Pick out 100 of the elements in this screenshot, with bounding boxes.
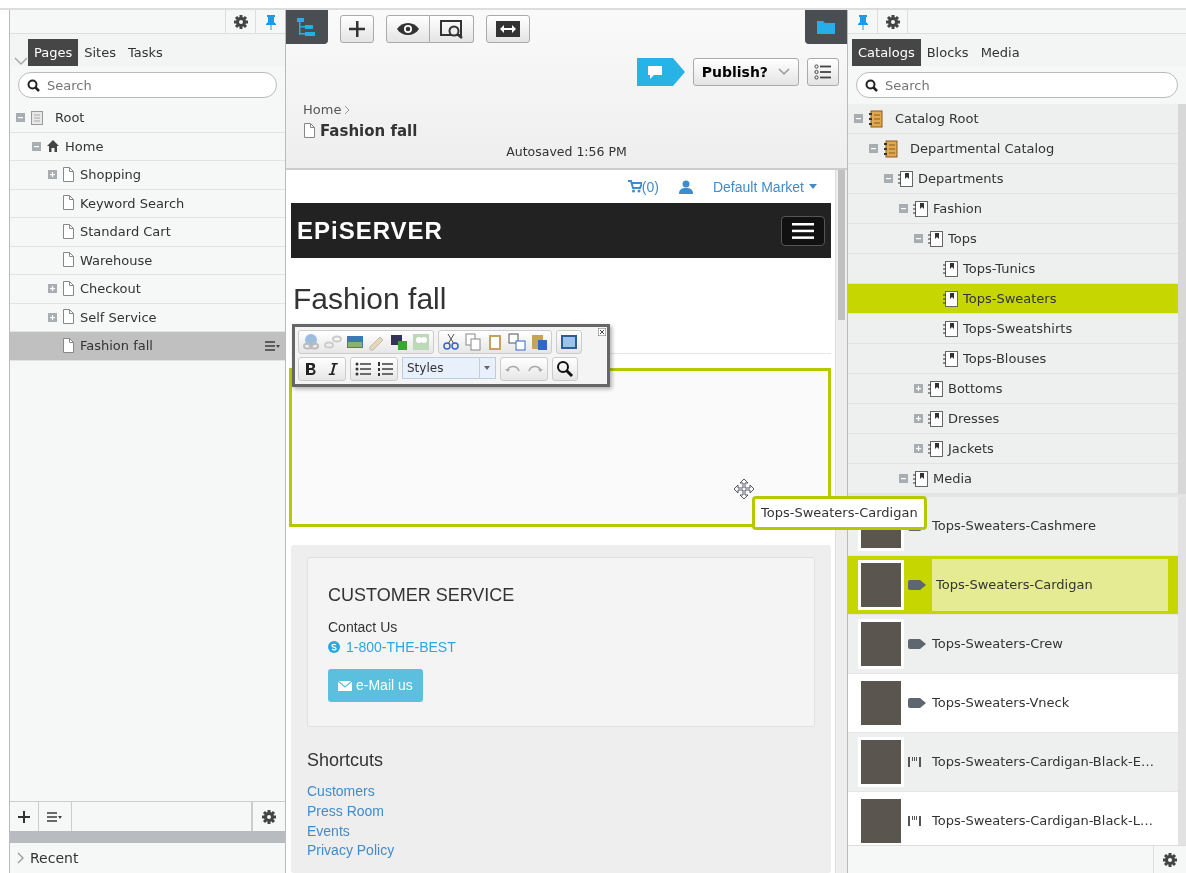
tree-item[interactable]: Checkout: [10, 275, 285, 304]
tree-item[interactable]: Fashion fall: [10, 332, 285, 361]
expand-icon[interactable]: [48, 312, 57, 322]
close-icon[interactable]: [598, 328, 606, 336]
link-icon[interactable]: [302, 333, 320, 351]
catalog-item[interactable]: Tops-Sweaters-Vneck: [848, 674, 1178, 733]
comment-tag-icon[interactable]: [636, 58, 685, 86]
expand-icon[interactable]: [48, 170, 57, 180]
collapse-icon[interactable]: [32, 141, 41, 151]
tree-item[interactable]: Shopping: [10, 161, 285, 190]
breadcrumb-link[interactable]: Home: [303, 100, 342, 120]
tree-item[interactable]: Departmental Catalog: [848, 134, 1178, 164]
compare-button[interactable]: [486, 15, 530, 43]
recent-section-label[interactable]: Recent: [30, 847, 79, 869]
tree-item[interactable]: Tops-Tunics: [848, 254, 1178, 284]
tree-item[interactable]: Keyword Search: [10, 189, 285, 218]
tree-item[interactable]: Fashion: [848, 194, 1178, 224]
panel-tab[interactable]: Sites: [78, 38, 122, 66]
settings-icon[interactable]: [232, 13, 249, 30]
copy-icon[interactable]: [464, 333, 482, 351]
chevron-down-icon[interactable]: [14, 56, 28, 66]
catalog-item-label: Tops-Sweaters-Crew: [932, 635, 1063, 654]
settings-icon[interactable]: [884, 13, 901, 30]
tree-item[interactable]: Media: [848, 464, 1178, 494]
tree-item-label: Tops-Tunics: [963, 259, 1037, 278]
catalog-item[interactable]: Tops-Sweaters-Cardigan-Black-L…: [848, 792, 1178, 845]
publish-button[interactable]: Publish?: [692, 58, 799, 86]
catalog-item-label: Tops-Sweaters-Vneck: [932, 694, 1070, 713]
tree-item[interactable]: Tops-Sweatshirts: [848, 314, 1178, 344]
panel-tab[interactable]: Media: [974, 38, 1026, 66]
media-icon[interactable]: [390, 333, 408, 351]
search-icon[interactable]: [556, 360, 574, 378]
collapse-icon[interactable]: [869, 144, 878, 153]
customer-service-heading: CUSTOMER SERVICE: [328, 584, 516, 608]
tree-item-label: Fashion: [933, 199, 984, 218]
catalog-item[interactable]: Tops-Sweaters-Crew: [848, 615, 1178, 674]
panel-tab[interactable]: Blocks: [920, 38, 975, 66]
tree-item[interactable]: Dresses: [848, 404, 1178, 434]
context-menu-icon[interactable]: [265, 340, 281, 351]
bookmark-node-icon: [913, 470, 928, 487]
chevron-right-icon[interactable]: [16, 852, 24, 864]
catalog-item[interactable]: Tops-Sweaters-Cardigan-Black-E…: [848, 733, 1178, 792]
expand-icon[interactable]: [48, 284, 57, 294]
user-icon[interactable]: [678, 179, 693, 194]
assets-toggle[interactable]: [805, 10, 847, 44]
styles-dropdown[interactable]: Styles: [402, 357, 496, 379]
search-field[interactable]: Search: [18, 72, 277, 98]
search-field[interactable]: Search: [856, 72, 1178, 98]
tree-item[interactable]: Home: [10, 132, 285, 161]
image-icon[interactable]: [346, 333, 364, 351]
collapse-icon[interactable]: [914, 234, 923, 243]
market-dropdown[interactable]: Default Market: [712, 177, 817, 196]
page-tree-toggle[interactable]: [286, 10, 328, 44]
collapse-icon[interactable]: [16, 113, 25, 123]
clipboard-icon[interactable]: [486, 333, 504, 351]
view-settings-button[interactable]: [430, 15, 474, 43]
scrollbar-thumb[interactable]: [838, 170, 845, 320]
tree-item[interactable]: Tops-Sweaters: [848, 284, 1178, 314]
expand-icon[interactable]: [914, 414, 923, 423]
panel-tab[interactable]: Pages: [28, 38, 79, 66]
plus-icon: [349, 21, 365, 37]
collapse-icon[interactable]: [899, 204, 908, 213]
photo-placeholder: [858, 619, 904, 669]
bulleted-list-icon[interactable]: [354, 360, 372, 378]
add-content-button[interactable]: [340, 15, 374, 43]
tree-item[interactable]: Standard Cart: [10, 218, 285, 247]
options-list-button[interactable]: [807, 58, 839, 86]
bookmark-node-icon: [943, 320, 958, 337]
tree-item[interactable]: Jackets: [848, 434, 1178, 464]
tree-item[interactable]: Tops-Blouses: [848, 344, 1178, 374]
tree-item[interactable]: Warehouse: [10, 246, 285, 275]
tree-item[interactable]: Tops: [848, 224, 1178, 254]
expand-icon[interactable]: [914, 444, 923, 453]
collapse-icon[interactable]: [884, 174, 893, 183]
cart-link[interactable]: (0): [627, 177, 659, 196]
numbered-list-icon[interactable]: [376, 360, 394, 378]
panel-tab[interactable]: Catalogs: [852, 38, 921, 66]
hamburger-menu-button[interactable]: [781, 215, 825, 246]
plus-icon: [18, 810, 30, 823]
tree-structure-icon: [296, 17, 318, 37]
bullet-list-icon: [814, 64, 832, 80]
drag-tooltip: Tops-Sweaters-Cardigan: [752, 496, 927, 530]
fullscreen-icon[interactable]: [560, 333, 578, 351]
tree-item[interactable]: Bottoms: [848, 374, 1178, 404]
catalog-item[interactable]: Tops-Sweaters-Cardigan: [848, 556, 1178, 615]
tree-item-label: Fashion fall: [80, 337, 154, 355]
site-logo[interactable]: EPiSERVER: [297, 212, 443, 249]
expand-icon[interactable]: [914, 384, 923, 393]
paste-text-icon[interactable]: [508, 333, 526, 351]
tree-item[interactable]: Root: [10, 104, 285, 133]
page-title: Fashion fall: [320, 120, 418, 142]
panel-tab[interactable]: Tasks: [122, 38, 169, 66]
collapse-icon[interactable]: [854, 114, 863, 123]
tree-item[interactable]: Departments: [848, 164, 1178, 194]
tree-item[interactable]: Catalog Root: [848, 104, 1178, 134]
preview-button[interactable]: [386, 15, 430, 43]
tree-item-label: Bottoms: [948, 379, 1004, 398]
scissors-icon[interactable]: [442, 333, 460, 351]
collapse-icon[interactable]: [899, 474, 908, 483]
paste-word-icon[interactable]: [530, 333, 548, 351]
